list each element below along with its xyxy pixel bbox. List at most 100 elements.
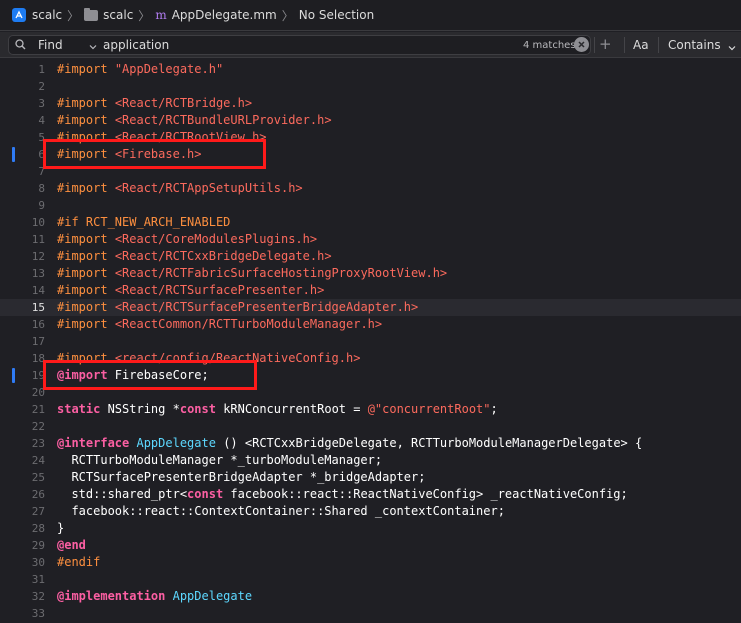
breadcrumb-group[interactable]: scalc xyxy=(84,7,133,22)
line-number: 17 xyxy=(31,335,45,348)
find-field: Find 4 matches xyxy=(8,35,591,55)
code-token: #import xyxy=(57,232,108,246)
line-number: 31 xyxy=(31,573,45,586)
code-token: #import xyxy=(57,96,108,110)
search-input[interactable] xyxy=(103,37,503,53)
line-number: 27 xyxy=(31,505,45,518)
code-line[interactable]: 16 #import <ReactCommon/RCTTurboModuleMan… xyxy=(0,316,741,333)
code-line[interactable]: 14 #import <React/RCTSurfacePresenter.h> xyxy=(0,282,741,299)
match-count: 4 matches xyxy=(523,40,576,51)
code-text: #import <React/RCTFabricSurfaceHostingPr… xyxy=(57,265,447,282)
line-number: 9 xyxy=(38,199,45,212)
divider xyxy=(594,37,595,53)
code-line[interactable]: 25 RCTSurfacePresenterBridgeAdapter *_br… xyxy=(0,469,741,486)
code-line[interactable]: 28} xyxy=(0,520,741,537)
code-line[interactable]: 32 @implementation AppDelegate xyxy=(0,588,741,605)
find-mode-selector[interactable]: Find xyxy=(38,38,63,52)
code-line[interactable]: 21 static NSString *const kRNConcurrentRo… xyxy=(0,401,741,418)
code-token: #import xyxy=(57,283,108,297)
line-number: 13 xyxy=(31,267,45,280)
code-line[interactable]: 29 @end xyxy=(0,537,741,554)
code-line[interactable]: 9 xyxy=(0,197,741,214)
code-token: facebook::react::ReactNativeConfig> _rea… xyxy=(223,487,628,501)
code-token: const xyxy=(187,487,224,501)
code-line[interactable]: 31 xyxy=(0,571,741,588)
code-token: <React/RCTCxxBridgeDelegate.h> xyxy=(114,249,332,263)
code-text: #import <React/RCTAppSetupUtils.h> xyxy=(57,180,303,197)
breadcrumb-file[interactable]: m AppDelegate.mm xyxy=(155,8,276,22)
code-token: RCTSurfacePresenterBridgeAdapter *_bridg… xyxy=(57,470,426,484)
chevron-down-icon[interactable] xyxy=(89,40,97,50)
chevron-right-icon: 〉 xyxy=(281,8,294,23)
line-number: 5 xyxy=(38,131,45,144)
code-line[interactable]: 15 #import <React/RCTSurfacePresenterBrid… xyxy=(0,299,741,316)
code-token: #if RCT_NEW_ARCH_ENABLED xyxy=(57,215,231,229)
code-text: facebook::react::ContextContainer::Share… xyxy=(57,503,505,520)
find-bar: Find 4 matches + Aa Contains xyxy=(0,32,741,58)
code-token: #import xyxy=(57,181,108,195)
breadcrumb-project-label: scalc xyxy=(32,8,63,22)
code-line[interactable]: 13 #import <React/RCTFabricSurfaceHosting… xyxy=(0,265,741,282)
code-line[interactable]: 17 xyxy=(0,333,741,350)
line-number: 28 xyxy=(31,522,45,535)
code-token: <React/RCTAppSetupUtils.h> xyxy=(114,181,303,195)
match-type-selector[interactable]: Contains xyxy=(668,38,721,52)
line-number: 12 xyxy=(31,250,45,263)
add-pattern-button[interactable]: + xyxy=(599,37,612,52)
clear-search-button[interactable] xyxy=(574,37,589,52)
code-line[interactable]: 27 facebook::react::ContextContainer::Sh… xyxy=(0,503,741,520)
line-number: 8 xyxy=(38,182,45,195)
line-number: 1 xyxy=(38,63,45,76)
code-text: } xyxy=(57,520,64,537)
code-editor[interactable]: 1 #import "AppDelegate.h" 2 3 #import <React… xyxy=(0,59,741,623)
code-line[interactable]: 12 #import <React/RCTCxxBridgeDelegate.h> xyxy=(0,248,741,265)
breadcrumb-project[interactable]: scalc xyxy=(0,8,62,22)
line-number: 22 xyxy=(31,420,45,433)
code-line[interactable]: 2 xyxy=(0,78,741,95)
line-number: 2 xyxy=(38,80,45,93)
code-line[interactable]: 26 std::shared_ptr<const facebook::react… xyxy=(0,486,741,503)
code-token: <React/RCTSurfacePresenter.h> xyxy=(114,283,325,297)
code-token: ; xyxy=(490,402,498,416)
line-number: 4 xyxy=(38,114,45,127)
code-token: <React/CoreModulesPlugins.h> xyxy=(114,232,318,246)
line-number: 3 xyxy=(38,97,45,110)
code-text: #endif xyxy=(57,554,100,571)
line-number: 32 xyxy=(31,590,45,603)
match-case-button[interactable]: Aa xyxy=(633,38,649,52)
code-line[interactable]: 11 #import <React/CoreModulesPlugins.h> xyxy=(0,231,741,248)
code-token: #import xyxy=(57,113,108,127)
code-line[interactable]: 1 #import "AppDelegate.h" xyxy=(0,61,741,78)
code-line[interactable]: 10 #if RCT_NEW_ARCH_ENABLED xyxy=(0,214,741,231)
chevron-down-icon[interactable] xyxy=(728,41,736,51)
line-number: 19 xyxy=(31,369,45,382)
code-text: @end xyxy=(57,537,86,554)
annotation-highlight-box xyxy=(43,139,266,169)
code-token: AppDelegate xyxy=(136,436,216,450)
line-number: 10 xyxy=(31,216,45,229)
code-line[interactable]: 3 #import <React/RCTBridge.h> xyxy=(0,95,741,112)
breadcrumb-symbol[interactable]: No Selection xyxy=(299,8,374,22)
code-token: AppDelegate xyxy=(172,589,253,603)
code-line[interactable]: 22 xyxy=(0,418,741,435)
code-token: @interface xyxy=(57,436,130,450)
code-line[interactable]: 23 @interface AppDelegate () <RCTCxxBridg… xyxy=(0,435,741,452)
line-number: 16 xyxy=(31,318,45,331)
code-token: <React/RCTFabricSurfaceHostingProxyRootV… xyxy=(114,266,448,280)
code-token: #endif xyxy=(57,555,101,569)
code-line[interactable]: 33 xyxy=(0,605,741,622)
code-token: std::shared_ptr< xyxy=(57,487,188,501)
code-token: <React/RCTBridge.h> xyxy=(114,96,253,110)
code-token: static xyxy=(57,402,101,416)
code-line[interactable]: 8 #import <React/RCTAppSetupUtils.h> xyxy=(0,180,741,197)
code-line[interactable]: 24 RCTTurboModuleManager *_turboModuleMa… xyxy=(0,452,741,469)
code-line[interactable]: 30 #endif xyxy=(0,554,741,571)
code-line[interactable]: 4 #import <React/RCTBundleURLProvider.h> xyxy=(0,112,741,129)
